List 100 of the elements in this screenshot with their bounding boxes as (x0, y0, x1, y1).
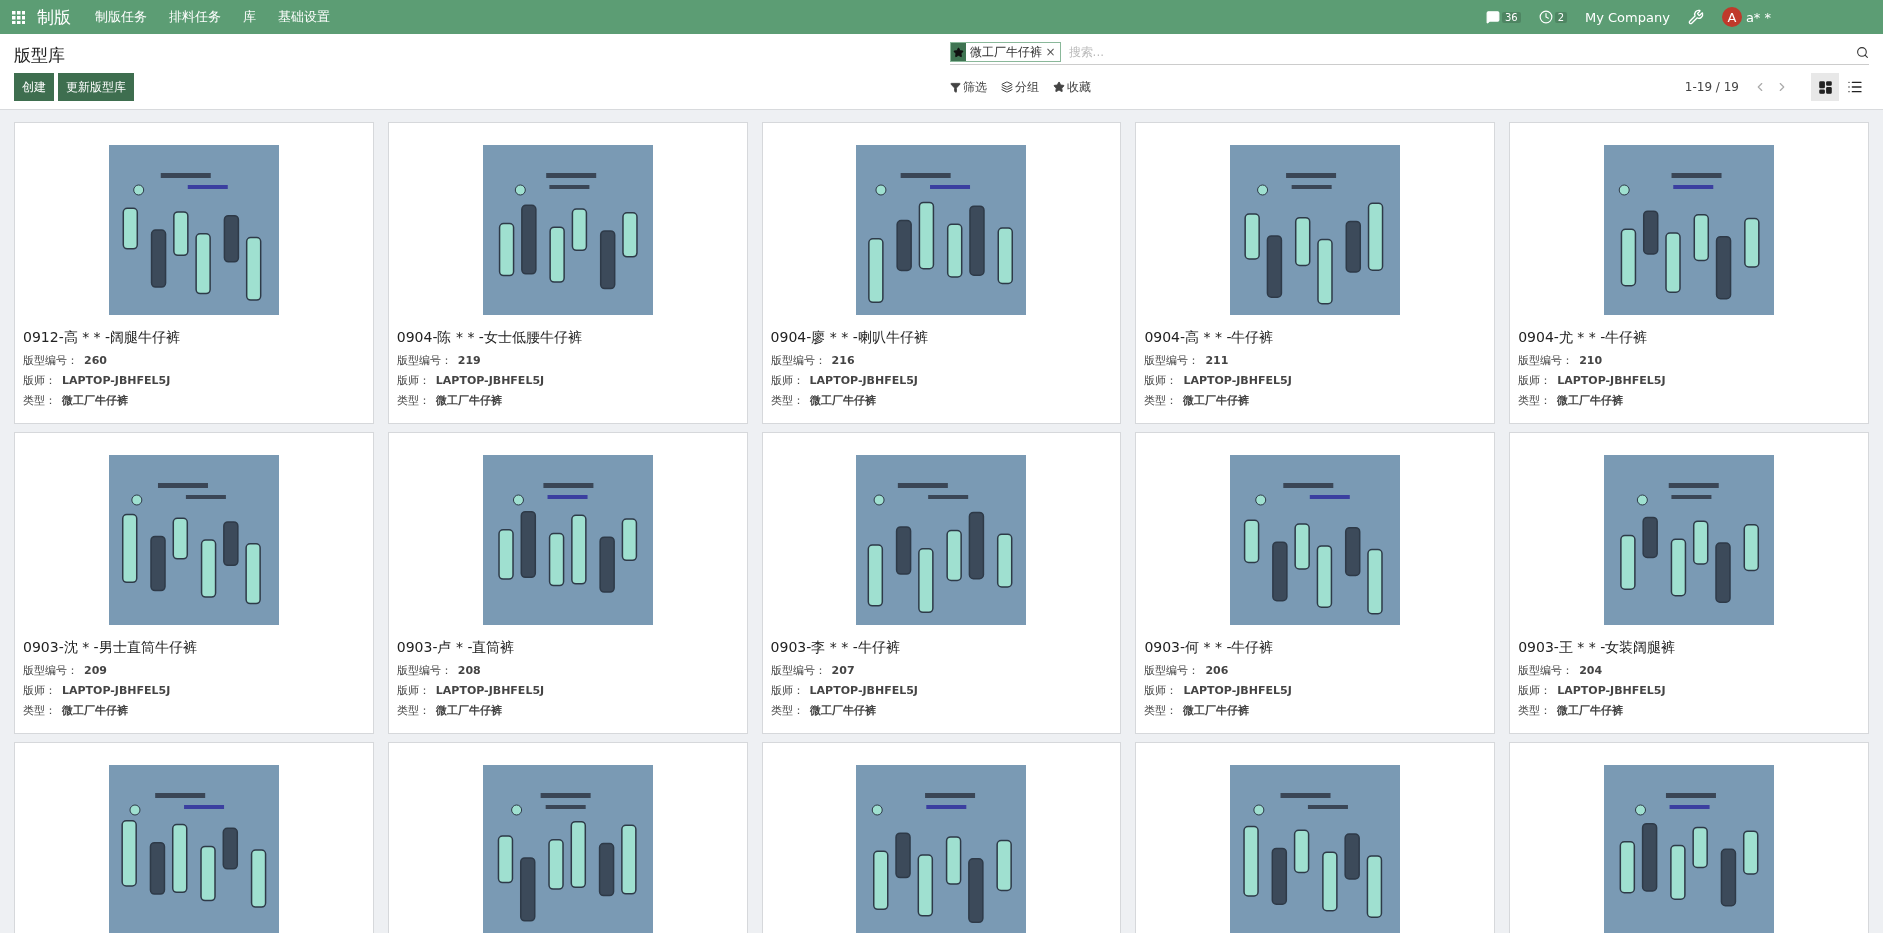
field-value: 微工厂牛仔裤 (809, 393, 876, 409)
pattern-card[interactable]: 0903-沈 * -男士直筒牛仔裤 版型编号： 209 版师： LAPTOP-JBHFEL5J 类型： 微工厂牛仔裤 (14, 432, 374, 734)
field-value: 216 (831, 353, 855, 369)
create-button[interactable]: 创建 (14, 73, 54, 101)
field-value: 211 (1205, 353, 1229, 369)
pattern-card[interactable]: 0903-卢 * -直筒裤 版型编号： 208 版师： LAPTOP-JBHFEL5J 类型： 微工厂牛仔裤 (387, 432, 748, 734)
page-title: 版型库 (14, 44, 66, 67)
field-label: 版师： (1518, 373, 1552, 389)
field-label: 类型： (1144, 703, 1178, 719)
field-label: 版型编号： (770, 663, 826, 679)
field-value: 微工厂牛仔裤 (1183, 393, 1250, 409)
pattern-card[interactable]: 0903-李 * * -牛仔裤 版型编号： 207 版师： LAPTOP-JBHFEL5J 类型： 微工厂牛仔裤 (761, 432, 1122, 734)
field-value: 微工厂牛仔裤 (1557, 393, 1624, 409)
facet-label: 微工厂牛仔裤 (968, 43, 1043, 61)
field-value: LAPTOP-JBHFEL5J (1557, 683, 1666, 699)
field-label: 版型编号： (396, 353, 452, 369)
field-label: 版型编号： (396, 663, 452, 679)
field-value: 微工厂牛仔裤 (1557, 703, 1624, 719)
card-title: 0912-高 * * -阔腿牛仔裤 (23, 329, 182, 347)
kanban-icon (1817, 79, 1833, 95)
field-label: 版型编号： (23, 663, 78, 679)
field-value: 219 (457, 353, 481, 369)
field-value: LAPTOP-JBHFEL5J (1557, 373, 1666, 389)
pattern-card[interactable]: 0904-廖 * * -喇叭牛仔裤 版型编号： 216 版师： LAPTOP-JBHFEL5J 类型： 微工厂牛仔裤 (761, 122, 1122, 424)
card-title: 0904-廖 * * -喇叭牛仔裤 (770, 329, 929, 347)
field-value: 微工厂牛仔裤 (62, 703, 128, 719)
field-label: 版师： (770, 683, 804, 699)
field-value: LAPTOP-JBHFEL5J (435, 683, 545, 699)
field-value: 微工厂牛仔裤 (62, 393, 128, 409)
activity-count: 2 (1554, 11, 1567, 23)
field-label: 类型： (770, 703, 804, 719)
field-label: 类型： (770, 393, 804, 409)
list-icon (1847, 79, 1863, 95)
star-icon (1052, 81, 1065, 93)
clock-icon[interactable] (1538, 10, 1553, 24)
filter-icon (949, 81, 961, 93)
field-label: 类型： (396, 703, 430, 719)
field-value: 微工厂牛仔裤 (435, 703, 502, 719)
field-value: 微工厂牛仔裤 (435, 393, 502, 409)
update-library-button[interactable]: 更新版型库 (58, 73, 134, 101)
user-avatar[interactable]: A (1721, 7, 1742, 27)
card-title: 0904-尤 * * -牛仔裤 (1518, 329, 1649, 347)
field-value: LAPTOP-JBHFEL5J (62, 683, 171, 699)
field-label: 版型编号： (1144, 663, 1200, 679)
pager-text: 1-19 / 19 (1684, 80, 1739, 94)
field-value: 微工厂牛仔裤 (1183, 703, 1250, 719)
search-icon[interactable] (1856, 45, 1869, 59)
field-value: 210 (1579, 353, 1603, 369)
field-label: 版师： (1144, 373, 1178, 389)
field-value: 208 (457, 663, 481, 679)
field-label: 类型： (23, 703, 56, 719)
field-label: 版型编号： (770, 353, 826, 369)
pattern-card[interactable]: 0903-何 * * -牛仔裤 版型编号： 206 版师： LAPTOP-JBHFEL5J 类型： 微工厂牛仔裤 (1135, 432, 1496, 734)
field-value: LAPTOP-JBHFEL5J (809, 683, 918, 699)
card-title: 0903-沈 * -男士直筒牛仔裤 (23, 639, 198, 657)
search-option-button[interactable]: 筛选 (949, 78, 987, 96)
field-label: 版型编号： (23, 353, 78, 369)
field-label: 类型： (23, 393, 56, 409)
field-label: 版型编号： (1144, 353, 1200, 369)
pattern-card[interactable]: 0904-陈 * * -女士低腰牛仔裤 版型编号： 219 版师： LAPTOP-JBHFEL5J 类型： 微工厂牛仔裤 (387, 122, 748, 424)
field-label: 类型： (1518, 703, 1552, 719)
field-value: 207 (831, 663, 855, 679)
card-title: 0904-陈 * * -女士低腰牛仔裤 (396, 329, 583, 347)
search-option-button[interactable]: 收藏 (1052, 78, 1091, 96)
field-label: 版型编号： (1518, 353, 1574, 369)
field-label: 类型： (396, 393, 430, 409)
field-value: 204 (1579, 663, 1603, 679)
search-option-button[interactable]: 分组 (1000, 78, 1039, 96)
kanban-view-button[interactable] (1811, 73, 1839, 101)
field-label: 类型： (1518, 393, 1552, 409)
field-value: 260 (84, 353, 107, 369)
field-value: 微工厂牛仔裤 (809, 703, 876, 719)
field-value: LAPTOP-JBHFEL5J (809, 373, 918, 389)
apps-grid-icon[interactable] (12, 10, 25, 24)
field-label: 版师： (396, 373, 430, 389)
message-count: 36 (1501, 11, 1521, 23)
field-value: LAPTOP-JBHFEL5J (62, 373, 171, 389)
wrench-icon[interactable] (1687, 9, 1704, 25)
field-value: LAPTOP-JBHFEL5J (435, 373, 545, 389)
star-icon (952, 46, 964, 58)
field-value: LAPTOP-JBHFEL5J (1183, 683, 1292, 699)
field-value: 209 (84, 663, 107, 679)
pattern-card[interactable]: 0904-高 * * -牛仔裤 版型编号： 211 版师： LAPTOP-JBHFEL5J 类型： 微工厂牛仔裤 (1135, 122, 1496, 424)
pattern-card[interactable]: 0903-王 * * -女装阔腿裤 版型编号： 204 版师： LAPTOP-JBHFEL5J 类型： 微工厂牛仔裤 (1509, 432, 1869, 734)
search-facet[interactable]: 微工厂牛仔裤 × (949, 42, 1061, 62)
field-label: 版型编号： (1518, 663, 1574, 679)
field-label: 版师： (770, 373, 804, 389)
field-label: 版师： (23, 683, 56, 699)
field-label: 版师： (1144, 683, 1178, 699)
pattern-card[interactable]: 0912-高 * * -阔腿牛仔裤 版型编号： 260 版师： LAPTOP-JBHFEL5J 类型： 微工厂牛仔裤 (14, 122, 374, 424)
field-value: LAPTOP-JBHFEL5J (1183, 373, 1292, 389)
app-name: 制版 (37, 5, 71, 29)
field-label: 类型： (1144, 393, 1178, 409)
remove-facet-button[interactable]: × (1045, 45, 1060, 59)
pattern-card[interactable]: 0904-尤 * * -牛仔裤 版型编号： 210 版师： LAPTOP-JBHFEL5J 类型： 微工厂牛仔裤 (1509, 122, 1869, 424)
card-title: 0903-卢 * -直筒裤 (396, 639, 516, 657)
chat-icon[interactable] (1485, 10, 1500, 24)
field-label: 版师： (396, 683, 430, 699)
layers-icon (1000, 81, 1013, 93)
field-value: 206 (1205, 663, 1229, 679)
